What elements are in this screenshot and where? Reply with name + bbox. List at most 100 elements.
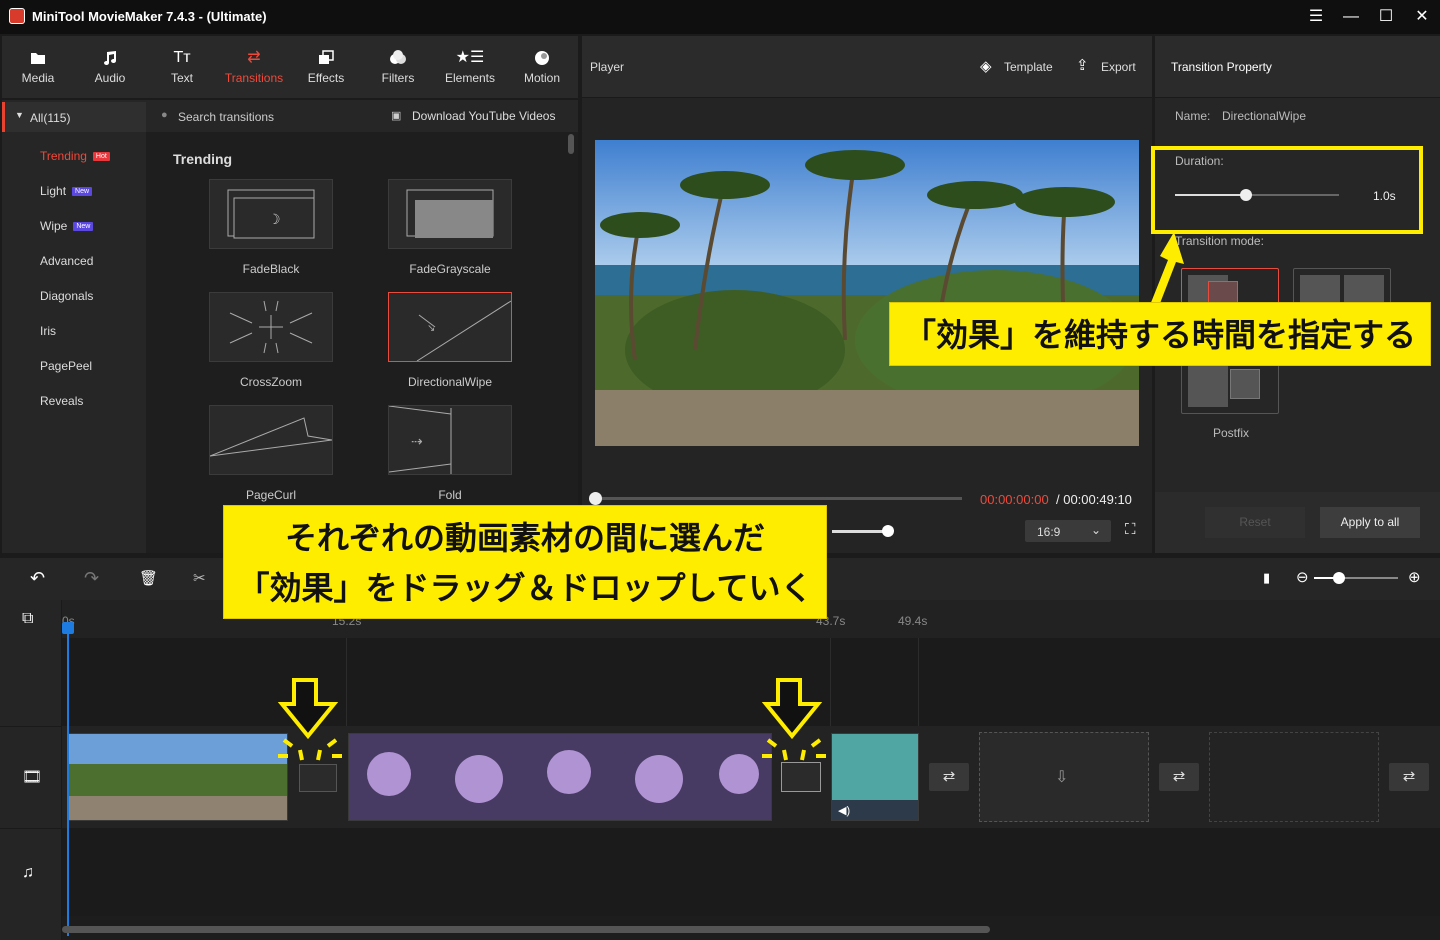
clip-thumbnail: [349, 734, 771, 820]
video-preview[interactable]: [595, 140, 1139, 446]
transition-button[interactable]: ⇄: [929, 763, 969, 791]
right-callout: 「効果」を維持する時間を指定する: [889, 302, 1431, 366]
player-panel: Player ◈ Template ⇪ Export 00:00:00:00 /…: [582, 36, 1152, 553]
category-diagonals[interactable]: Diagonals: [40, 289, 93, 303]
text-icon: Tт: [173, 49, 191, 66]
toolbar-filters[interactable]: Filters: [364, 36, 432, 98]
transition-button[interactable]: ⇄: [1389, 763, 1429, 791]
category-iris[interactable]: Iris: [40, 324, 56, 338]
close-button[interactable]: ✕: [1410, 6, 1434, 28]
new-badge: New: [73, 222, 94, 232]
template-button[interactable]: Template: [1004, 60, 1053, 74]
scissors-icon[interactable]: ✂: [193, 569, 206, 587]
add-track-icon[interactable]: ⧉: [22, 610, 33, 628]
svg-text:☽: ☽: [268, 211, 281, 227]
category-light[interactable]: Light New: [40, 184, 93, 198]
download-youtube-link[interactable]: Download YouTube Videos: [412, 109, 555, 123]
apply-to-all-button[interactable]: Apply to all: [1320, 507, 1420, 538]
category-reveals[interactable]: Reveals: [40, 394, 83, 408]
redo-icon[interactable]: ↷: [84, 568, 99, 589]
transition-property-panel: Transition Property Name: DirectionalWip…: [1155, 36, 1440, 553]
total-time: / 00:00:49:10: [1056, 492, 1132, 507]
zoom-out-icon[interactable]: ⊖: [1296, 568, 1309, 586]
toolbar-text[interactable]: Tт Text: [148, 36, 216, 98]
audio-wave-icon[interactable]: ▮: [1263, 570, 1270, 586]
undo-icon[interactable]: ↶: [30, 568, 45, 589]
video-clip-sea[interactable]: ◀): [831, 733, 919, 821]
transition-button[interactable]: ⇄: [1159, 763, 1199, 791]
toolbar-effects[interactable]: Effects: [292, 36, 360, 98]
drop-arrow-icon: [277, 678, 342, 761]
svg-text:⇢: ⇢: [411, 433, 423, 449]
transition-tile-pagecurl[interactable]: [209, 405, 333, 475]
drop-arrow-icon: [761, 678, 826, 761]
timeline-scrollbar[interactable]: [62, 926, 990, 933]
fadegrayscale-thumbnail: [406, 189, 494, 238]
search-input[interactable]: Search transitions: [178, 110, 274, 124]
toolbar-transitions-label: Transitions: [224, 71, 284, 85]
layers-icon: ◈: [980, 58, 992, 75]
category-wipe[interactable]: Wipe New: [40, 219, 94, 233]
toolbar-filters-label: Filters: [381, 71, 415, 85]
overlay-track: [62, 638, 1440, 726]
fullscreen-icon[interactable]: ⛶: [1125, 521, 1136, 538]
delete-icon[interactable]: 🗑: [139, 569, 158, 587]
toolbar-transitions[interactable]: ⇄ Transitions: [220, 36, 288, 98]
transition-tile-fold[interactable]: ⇢: [388, 405, 512, 475]
minimize-button[interactable]: —: [1339, 6, 1363, 28]
zoom-knob[interactable]: [1333, 572, 1346, 584]
filters-icon: [390, 50, 406, 64]
chevron-down-icon: ⌄: [1091, 523, 1102, 537]
duration-highlight-box: [1151, 146, 1423, 234]
empty-clip-slot[interactable]: ⇩: [979, 732, 1149, 822]
category-pagepeel[interactable]: PagePeel: [40, 359, 92, 373]
toolbar-elements-label: Elements: [444, 71, 496, 85]
player-progress-knob[interactable]: [589, 492, 602, 505]
maximize-button[interactable]: ☐: [1374, 6, 1398, 28]
ruler-tick: 49.4s: [898, 614, 928, 628]
reset-button[interactable]: Reset: [1205, 507, 1305, 538]
film-icon: 🎞: [22, 769, 43, 786]
menu-icon[interactable]: ☰: [1304, 6, 1328, 28]
toolbar-media[interactable]: Media: [4, 36, 72, 98]
volume-knob[interactable]: [882, 525, 894, 537]
video-clip-beach[interactable]: [68, 733, 288, 821]
category-label: Trending: [40, 149, 87, 163]
transition-tile-fadeblack[interactable]: ☽: [209, 179, 333, 249]
tile-label: PageCurl: [245, 488, 297, 502]
bottom-callout: それぞれの動画素材の間に選んだ 「効果」をドラッグ＆ドロップしていく: [223, 505, 827, 619]
toolbar-audio[interactable]: Audio: [76, 36, 144, 98]
volume-track[interactable]: [832, 530, 888, 533]
playhead[interactable]: [67, 626, 69, 936]
toolbar-elements[interactable]: ★☰ Elements: [436, 36, 504, 98]
gallery-scrollbar[interactable]: [568, 134, 574, 154]
category-all-label: All(115): [30, 111, 71, 125]
track-headers: ⧉ 🎞 ♫: [0, 600, 62, 940]
transition-slot-1[interactable]: [299, 764, 337, 792]
transition-tile-directionalwipe[interactable]: ↘: [388, 292, 512, 362]
export-button[interactable]: Export: [1101, 60, 1136, 74]
caret-down-icon: ▼: [15, 110, 24, 120]
category-all[interactable]: ▼ All(115): [2, 102, 146, 132]
zoom-in-icon[interactable]: ⊕: [1408, 568, 1421, 586]
video-clip-anemone[interactable]: [348, 733, 772, 821]
playhead-handle[interactable]: [62, 622, 74, 634]
track-separator: [0, 726, 62, 727]
transition-tile-crosszoom[interactable]: [209, 292, 333, 362]
category-trending[interactable]: Trending Hot: [40, 149, 110, 163]
fold-thumbnail: ⇢: [388, 405, 452, 474]
motion-icon: [535, 51, 549, 65]
aspect-select[interactable]: 16:9 ⌄: [1025, 520, 1111, 542]
category-advanced[interactable]: Advanced: [40, 254, 93, 268]
name-label: Name:: [1175, 109, 1211, 123]
transition-tile-fadegrayscale[interactable]: [388, 179, 512, 249]
clip-thumbnail: ◀): [832, 734, 918, 820]
toolbar-text-label: Text: [170, 71, 193, 85]
player-progress-track[interactable]: [595, 497, 962, 500]
toolbar-audio-label: Audio: [94, 71, 126, 85]
preview-image: [595, 140, 1139, 446]
fadeblack-thumbnail: ☽: [227, 189, 315, 239]
toolbar-motion[interactable]: Motion: [508, 36, 576, 98]
empty-clip-slot[interactable]: [1209, 732, 1379, 822]
mode-block: [1230, 369, 1260, 399]
